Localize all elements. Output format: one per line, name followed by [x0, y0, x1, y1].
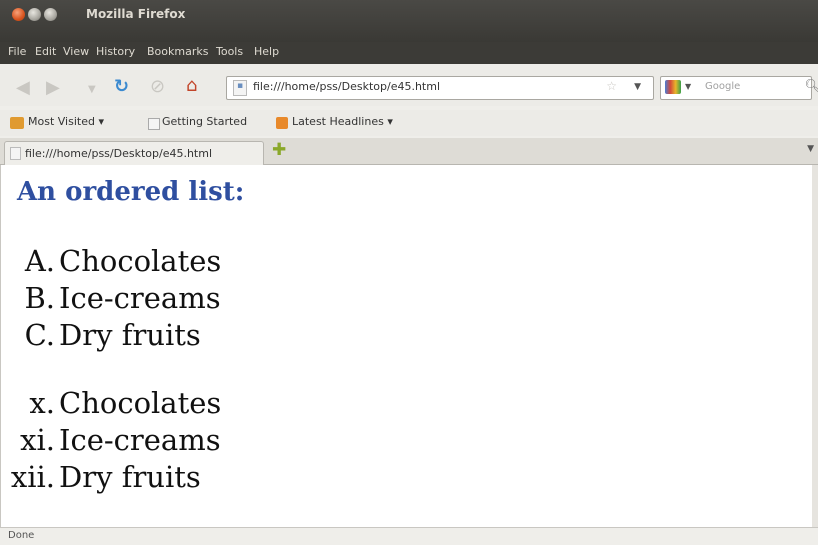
- page-icon: ▪: [233, 80, 247, 96]
- window-title: Mozilla Firefox: [86, 7, 186, 21]
- search-engine-dropdown-icon[interactable]: ▼: [685, 82, 691, 91]
- search-icon[interactable]: 🔍︎: [804, 79, 818, 94]
- page-content: An ordered list: A. Chocolates B. Ice-crea…: [0, 165, 813, 527]
- tab-bar: file:///home/pss/Desktop/e45.html ✚ ▼: [0, 138, 818, 165]
- status-text: Done: [8, 530, 35, 541]
- search-placeholder: Google: [705, 81, 741, 92]
- getting-started-icon: [148, 118, 160, 130]
- right-scroll-edge: [812, 165, 818, 527]
- menu-file[interactable]: File: [8, 45, 26, 58]
- list-marker: xi.: [20, 423, 55, 457]
- bookmark-latest-headlines[interactable]: Latest Headlines ▾: [292, 115, 393, 128]
- search-bar[interactable]: ▼ Google 🔍︎: [660, 76, 818, 100]
- status-bar: Done: [0, 527, 818, 545]
- close-window-icon[interactable]: [12, 8, 25, 21]
- list-marker: A.: [24, 244, 55, 278]
- list-marker: xii.: [10, 460, 55, 494]
- menu-help[interactable]: Help: [254, 45, 279, 58]
- forward-icon[interactable]: ▶: [46, 79, 60, 97]
- menu-edit[interactable]: Edit: [35, 45, 56, 58]
- most-visited-icon: [10, 117, 24, 129]
- page-heading: An ordered list:: [17, 177, 245, 207]
- bookmark-most-visited[interactable]: Most Visited ▾: [28, 115, 104, 128]
- list-marker: x.: [29, 386, 55, 420]
- ordered-list-lower-roman: x. Chocolates xi. Ice-creams xii. Dry fruit…: [5, 385, 221, 496]
- list-item: x. Chocolates: [5, 385, 221, 422]
- reload-icon[interactable]: ↻: [114, 78, 129, 96]
- menu-bookmarks[interactable]: Bookmarks: [147, 45, 208, 58]
- back-icon[interactable]: ◀: [16, 79, 30, 97]
- list-item: C. Dry fruits: [15, 317, 221, 354]
- list-marker: C.: [24, 318, 55, 352]
- google-search-engine-icon[interactable]: [665, 80, 681, 94]
- home-icon[interactable]: ⌂: [186, 77, 197, 95]
- tab-label: file:///home/pss/Desktop/e45.html: [25, 147, 213, 160]
- tab-list-dropdown-icon[interactable]: ▼: [807, 144, 814, 154]
- url-text: file:///home/pss/Desktop/e45.html: [253, 80, 441, 93]
- rss-feed-icon: [276, 117, 288, 129]
- menu-history[interactable]: History: [96, 45, 135, 58]
- address-bar[interactable]: ▪ file:///home/pss/Desktop/e45.html ☆ ▼: [226, 76, 654, 100]
- list-item-text: Chocolates: [59, 386, 222, 420]
- list-item: xi. Ice-creams: [5, 422, 221, 459]
- list-item: B. Ice-creams: [15, 280, 221, 317]
- list-marker: B.: [24, 281, 55, 315]
- history-dropdown-icon[interactable]: ▼: [88, 81, 96, 99]
- minimize-window-icon[interactable]: [28, 8, 41, 21]
- bookmark-getting-started[interactable]: Getting Started: [162, 115, 247, 128]
- menu-view[interactable]: View: [63, 45, 89, 58]
- browser-window: Mozilla Firefox File Edit View History B…: [0, 0, 818, 545]
- list-item-text: Ice-creams: [59, 423, 221, 457]
- list-item-text: Dry fruits: [59, 460, 201, 494]
- tab-active[interactable]: file:///home/pss/Desktop/e45.html: [4, 141, 264, 165]
- menu-tools[interactable]: Tools: [216, 45, 243, 58]
- list-item: A. Chocolates: [15, 243, 221, 280]
- bookmarks-toolbar: Most Visited ▾ Getting Started Latest He…: [0, 110, 818, 136]
- menu-bar: File Edit View History Bookmarks Tools H…: [0, 42, 818, 64]
- list-item-text: Ice-creams: [59, 281, 221, 315]
- url-dropdown-icon[interactable]: ▼: [634, 82, 641, 92]
- ordered-list-upper-alpha: A. Chocolates B. Ice-creams C. Dry fruits: [15, 243, 221, 354]
- plus-icon[interactable]: ✚: [272, 140, 286, 160]
- list-item-text: Chocolates: [59, 244, 222, 278]
- list-item-text: Dry fruits: [59, 318, 201, 352]
- stop-icon[interactable]: ⊘: [150, 78, 165, 96]
- bookmark-star-icon[interactable]: ☆: [606, 79, 617, 93]
- maximize-window-icon[interactable]: [44, 8, 57, 21]
- title-bar: Mozilla Firefox: [0, 0, 818, 42]
- tab-page-icon: [10, 147, 21, 160]
- list-item: xii. Dry fruits: [5, 459, 221, 496]
